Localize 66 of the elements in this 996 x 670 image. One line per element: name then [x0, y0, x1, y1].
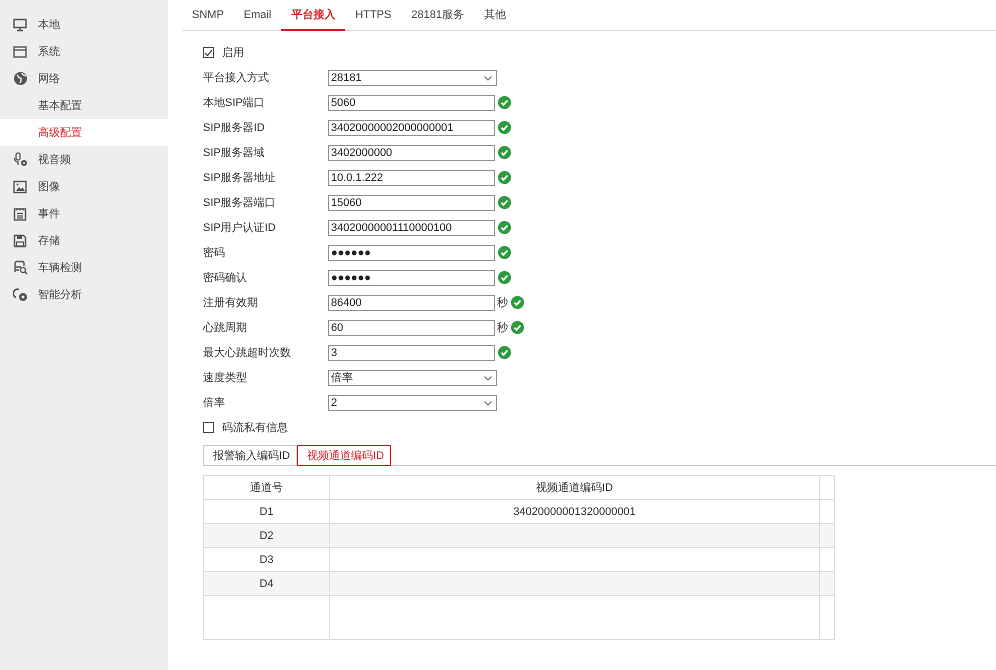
- sidebar-item[interactable]: 存储: [0, 227, 168, 254]
- table-cell: D4: [204, 572, 330, 596]
- monitor-icon: [13, 18, 27, 32]
- caret-icon: [484, 376, 492, 380]
- field-label: 速度类型: [203, 370, 248, 385]
- input-field[interactable]: 3402000000: [328, 144, 495, 160]
- tab[interactable]: Email: [234, 0, 282, 31]
- vehicle-search-icon: [12, 260, 28, 275]
- tab[interactable]: SNMP: [182, 0, 234, 31]
- field-label: 心跳周期: [203, 320, 248, 335]
- caret-icon: [484, 400, 492, 406]
- table-cell: D2: [204, 524, 330, 548]
- checkbox[interactable]: [203, 422, 214, 433]
- input-field[interactable]: 10.0.1.222: [328, 170, 495, 186]
- input-field[interactable]: 34020000002000000001: [328, 120, 495, 136]
- dropdown[interactable]: 倍率: [328, 370, 497, 386]
- input-field[interactable]: ●●●●●●: [328, 244, 495, 260]
- dropdown[interactable]: 28181: [328, 70, 497, 86]
- notepad-icon: [13, 206, 27, 220]
- window-icon: [13, 44, 27, 58]
- field-label: 平台接入方式: [203, 70, 270, 85]
- microphone-icon: [12, 152, 28, 167]
- sidebar-item[interactable]: 事件: [0, 200, 168, 227]
- globe-icon: [12, 71, 28, 86]
- sidebar-subitem[interactable]: 基本配置: [0, 92, 168, 119]
- field-label: 最大心跳超时次数: [203, 346, 292, 360]
- tab[interactable]: 视频通道编码ID: [297, 445, 391, 466]
- caret-icon: [484, 76, 492, 80]
- sidebar-item[interactable]: 智能分析: [0, 281, 168, 308]
- field-label: 倍率: [203, 396, 226, 410]
- input-field[interactable]: ●●●●●●: [328, 270, 495, 286]
- field-label: SIP服务器域: [203, 146, 266, 160]
- checkbox[interactable]: [203, 47, 214, 58]
- sidebar-item[interactable]: 本地: [0, 11, 168, 38]
- sidebar-item[interactable]: 系统: [0, 38, 168, 65]
- tab[interactable]: 平台接入: [281, 0, 346, 31]
- input-field[interactable]: 3: [328, 344, 495, 360]
- field-label: SIP服务器端口: [203, 196, 277, 210]
- dropdown[interactable]: 2: [328, 394, 497, 410]
- field-label: 注册有效期: [203, 296, 259, 310]
- unit-label: 秒: [497, 321, 508, 335]
- column-header: 通道号: [204, 476, 330, 500]
- field-label: SIP用户认证ID: [203, 220, 277, 235]
- checkbox-label: 码流私有信息: [222, 420, 288, 435]
- sidebar-item[interactable]: 视音频: [0, 146, 168, 173]
- tab[interactable]: 其他: [474, 0, 516, 31]
- checkbox-label: 启用: [222, 46, 244, 60]
- input-field[interactable]: 60: [328, 320, 495, 336]
- field-label: SIP服务器ID: [203, 121, 266, 135]
- image-icon: [13, 180, 27, 194]
- unit-label: 秒: [497, 296, 508, 310]
- sidebar-item[interactable]: 网络: [0, 65, 168, 92]
- input-field[interactable]: 5060: [328, 94, 495, 110]
- tab[interactable]: 28181服务: [401, 0, 474, 31]
- input-field[interactable]: 34020000001110000100: [328, 220, 495, 236]
- input-field[interactable]: 86400: [328, 294, 495, 310]
- field-label: SIP服务器地址: [203, 171, 277, 185]
- sidebar-subitem[interactable]: 高级配置: [0, 119, 168, 146]
- sidebar-item[interactable]: 车辆检测: [0, 254, 168, 281]
- sidebar-item[interactable]: 图像: [0, 173, 168, 200]
- field-label: 本地SIP端口: [203, 96, 266, 110]
- field-label: 密码: [203, 246, 226, 260]
- input-field[interactable]: 15060: [328, 194, 495, 210]
- field-label: 密码确认: [203, 270, 248, 285]
- tab[interactable]: HTTPS: [345, 0, 402, 31]
- column-header: 视频通道编码ID: [330, 476, 820, 500]
